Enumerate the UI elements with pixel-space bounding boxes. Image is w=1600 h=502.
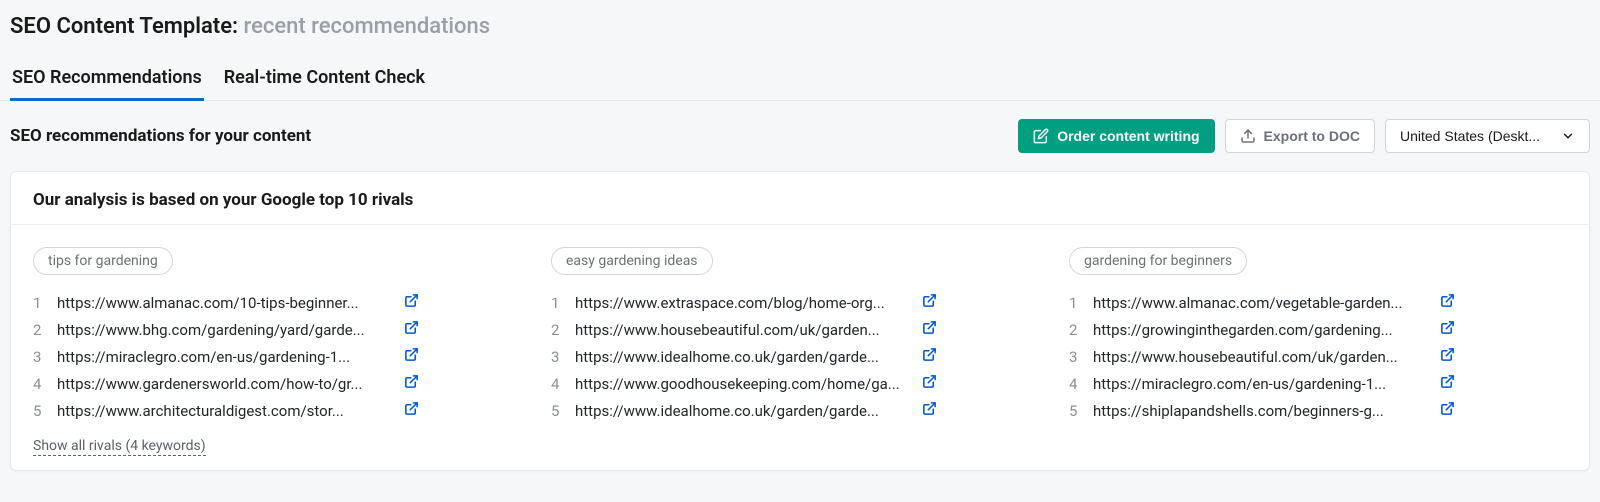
button-label: Export to DOC xyxy=(1264,128,1360,144)
rival-url: https://www.housebeautiful.com/uk/garden… xyxy=(1093,348,1428,366)
external-link-icon[interactable] xyxy=(1440,374,1455,393)
external-link-icon[interactable] xyxy=(1440,347,1455,366)
keyword-pill[interactable]: gardening for beginners xyxy=(1069,247,1247,275)
breadcrumb-title: SEO Content Template: xyxy=(10,14,238,39)
rival-url: https://www.gardenersworld.com/how-to/gr… xyxy=(57,375,392,393)
rival-row: 4 https://miraclegro.com/en-us/gardening-… xyxy=(1069,370,1567,397)
rival-index: 5 xyxy=(1069,402,1081,420)
order-content-writing-button[interactable]: Order content writing xyxy=(1018,119,1214,153)
keyword-label: easy gardening ideas xyxy=(566,253,698,269)
external-link-icon[interactable] xyxy=(404,374,419,393)
rival-url: https://www.bhg.com/gardening/yard/garde… xyxy=(57,321,392,339)
rival-column: gardening for beginners 1 https://www.alm… xyxy=(1069,247,1567,424)
controls: Order content writing Export to DOC Unit… xyxy=(1018,119,1590,153)
keyword-label: tips for gardening xyxy=(48,253,158,269)
rival-column: easy gardening ideas 1 https://www.extras… xyxy=(551,247,1049,424)
keyword-label: gardening for beginners xyxy=(1084,253,1232,269)
rival-index: 2 xyxy=(551,321,563,339)
rival-url: https://www.goodhousekeeping.com/home/ga… xyxy=(575,375,910,393)
rival-index: 4 xyxy=(551,375,563,393)
rival-url: https://miraclegro.com/en-us/gardening-1… xyxy=(57,348,392,366)
rivals-columns: tips for gardening 1 https://www.almanac.… xyxy=(11,225,1589,424)
external-link-icon[interactable] xyxy=(1440,401,1455,420)
show-all-label: Show all rivals (4 keywords) xyxy=(33,438,206,454)
breadcrumb-sub: recent recommendations xyxy=(244,14,491,39)
rival-row: 5 https://www.architecturaldigest.com/sto… xyxy=(33,397,531,424)
rival-index: 4 xyxy=(33,375,45,393)
external-link-icon[interactable] xyxy=(404,320,419,339)
button-label: Order content writing xyxy=(1057,128,1199,144)
external-link-icon[interactable] xyxy=(922,320,937,339)
tab-seo-recommendations[interactable]: SEO Recommendations xyxy=(10,59,204,100)
upload-icon xyxy=(1240,128,1256,144)
export-to-doc-button[interactable]: Export to DOC xyxy=(1225,119,1375,153)
rival-url: https://shiplapandshells.com/beginners-g… xyxy=(1093,402,1428,420)
keyword-pill[interactable]: easy gardening ideas xyxy=(551,247,713,275)
edit-icon xyxy=(1033,128,1049,144)
rivals-card: Our analysis is based on your Google top… xyxy=(10,171,1590,471)
tab-label: Real-time Content Check xyxy=(224,67,425,88)
external-link-icon[interactable] xyxy=(1440,293,1455,312)
rival-url: https://www.housebeautiful.com/uk/garden… xyxy=(575,321,910,339)
select-value: United States (Deskt... xyxy=(1400,128,1540,144)
chevron-down-icon xyxy=(1561,129,1575,143)
rival-row: 3 https://miraclegro.com/en-us/gardening-… xyxy=(33,343,531,370)
external-link-icon[interactable] xyxy=(404,293,419,312)
rival-row: 1 https://www.almanac.com/vegetable-garde… xyxy=(1069,289,1567,316)
rival-row: 5 https://shiplapandshells.com/beginners-… xyxy=(1069,397,1567,424)
subheader: SEO recommendations for your content Ord… xyxy=(0,101,1600,171)
rival-url: https://www.almanac.com/10-tips-beginner… xyxy=(57,294,392,312)
rival-list: 1 https://www.extraspace.com/blog/home-or… xyxy=(551,289,1049,424)
tab-label: SEO Recommendations xyxy=(12,67,202,88)
rival-row: 4 https://www.goodhousekeeping.com/home/g… xyxy=(551,370,1049,397)
rival-index: 3 xyxy=(1069,348,1081,366)
rival-list: 1 https://www.almanac.com/vegetable-garde… xyxy=(1069,289,1567,424)
card-title: Our analysis is based on your Google top… xyxy=(11,172,1589,225)
rival-index: 1 xyxy=(33,294,45,312)
rival-url: https://miraclegro.com/en-us/gardening-1… xyxy=(1093,375,1428,393)
rival-row: 5 https://www.idealhome.co.uk/garden/gard… xyxy=(551,397,1049,424)
rival-url: https://www.architecturaldigest.com/stor… xyxy=(57,402,392,420)
rival-index: 5 xyxy=(551,402,563,420)
rival-index: 1 xyxy=(1069,294,1081,312)
rival-index: 5 xyxy=(33,402,45,420)
tab-realtime-content-check[interactable]: Real-time Content Check xyxy=(222,59,427,100)
rival-row: 3 https://www.housebeautiful.com/uk/garde… xyxy=(1069,343,1567,370)
external-link-icon[interactable] xyxy=(404,347,419,366)
rival-url: https://www.idealhome.co.uk/garden/garde… xyxy=(575,348,910,366)
show-all-rivals-link[interactable]: Show all rivals (4 keywords) xyxy=(33,438,206,456)
region-select[interactable]: United States (Deskt... xyxy=(1385,119,1590,153)
external-link-icon[interactable] xyxy=(404,401,419,420)
tabs: SEO Recommendations Real-time Content Ch… xyxy=(0,59,1600,101)
external-link-icon[interactable] xyxy=(922,347,937,366)
external-link-icon[interactable] xyxy=(1440,320,1455,339)
external-link-icon[interactable] xyxy=(922,374,937,393)
rival-index: 1 xyxy=(551,294,563,312)
rival-url: https://growinginthegarden.com/gardening… xyxy=(1093,321,1428,339)
rival-row: 4 https://www.gardenersworld.com/how-to/g… xyxy=(33,370,531,397)
rival-row: 2 https://www.housebeautiful.com/uk/garde… xyxy=(551,316,1049,343)
rival-index: 3 xyxy=(33,348,45,366)
rival-list: 1 https://www.almanac.com/10-tips-beginne… xyxy=(33,289,531,424)
rival-row: 2 https://www.bhg.com/gardening/yard/gard… xyxy=(33,316,531,343)
rival-url: https://www.extraspace.com/blog/home-org… xyxy=(575,294,910,312)
rival-index: 2 xyxy=(33,321,45,339)
rival-column: tips for gardening 1 https://www.almanac.… xyxy=(33,247,531,424)
external-link-icon[interactable] xyxy=(922,293,937,312)
rival-url: https://www.almanac.com/vegetable-garden… xyxy=(1093,294,1428,312)
rival-index: 3 xyxy=(551,348,563,366)
rival-row: 1 https://www.almanac.com/10-tips-beginne… xyxy=(33,289,531,316)
section-title: SEO recommendations for your content xyxy=(10,126,311,146)
keyword-pill[interactable]: tips for gardening xyxy=(33,247,173,275)
rival-url: https://www.idealhome.co.uk/garden/garde… xyxy=(575,402,910,420)
rival-index: 2 xyxy=(1069,321,1081,339)
breadcrumb: SEO Content Template: recent recommendat… xyxy=(0,0,1600,59)
rival-row: 2 https://growinginthegarden.com/gardenin… xyxy=(1069,316,1567,343)
rival-row: 1 https://www.extraspace.com/blog/home-or… xyxy=(551,289,1049,316)
external-link-icon[interactable] xyxy=(922,401,937,420)
rival-index: 4 xyxy=(1069,375,1081,393)
rival-row: 3 https://www.idealhome.co.uk/garden/gard… xyxy=(551,343,1049,370)
